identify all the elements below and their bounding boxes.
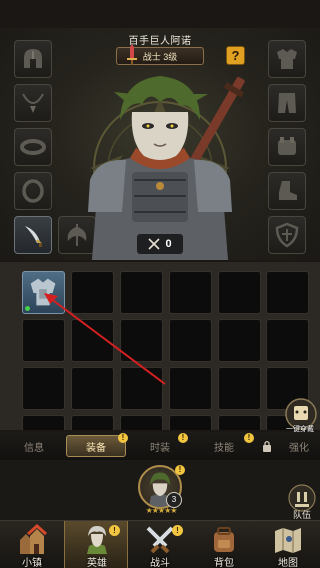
tab-enhance[interactable]: 强化 <box>262 435 320 457</box>
bracer-icon <box>20 139 46 155</box>
inventory-slot[interactable] <box>71 319 114 362</box>
helmet-slot[interactable] <box>14 40 52 78</box>
inventory-slot[interactable] <box>169 271 212 314</box>
town-icon <box>20 524 47 554</box>
nav-bag-label: 背包 <box>214 558 234 568</box>
inventory-slot-armor[interactable] <box>22 271 65 314</box>
shield-slot[interactable] <box>268 216 306 254</box>
inventory-slot[interactable] <box>22 319 65 362</box>
inventory-slot[interactable] <box>169 415 212 430</box>
boots-slot[interactable] <box>268 172 306 210</box>
combat-power-value: 0 <box>165 238 172 250</box>
nav-battle-badge: ! <box>172 525 183 536</box>
nav-map-label: 地图 <box>278 558 298 568</box>
nav-battle-label: 战斗 <box>150 558 170 568</box>
gloves-slot[interactable] <box>268 128 306 166</box>
inventory-slot[interactable] <box>266 271 309 314</box>
necklace-slot[interactable] <box>14 84 52 122</box>
pants-slot[interactable] <box>268 84 306 122</box>
nav-map[interactable]: 地图 <box>256 521 320 568</box>
nav-hero-badge: ! <box>109 525 120 536</box>
nav-bag[interactable]: 背包 <box>192 521 256 568</box>
bottom-navigation: 小镇 ! 英雄 ! 战斗 背包 地图 <box>0 520 320 568</box>
inventory-slot[interactable] <box>22 367 65 410</box>
inventory-slot[interactable] <box>266 319 309 362</box>
tab-info[interactable]: 信息 <box>4 435 64 457</box>
backpack-icon <box>214 527 234 552</box>
gauntlet-icon <box>278 137 296 155</box>
hero-tab-bar: 信息 装备 ! 时装 ! 技能 ! 强化 <box>0 432 320 460</box>
inventory-slot[interactable] <box>71 367 114 410</box>
dagger-icon <box>25 226 42 247</box>
hero-character-figure <box>88 76 245 260</box>
nav-battle[interactable]: ! 战斗 <box>128 521 192 568</box>
shield-icon <box>275 222 299 248</box>
inventory-slot[interactable] <box>120 367 163 410</box>
weapon-slot-dagger[interactable] <box>14 216 52 254</box>
helmet-icon <box>24 49 42 68</box>
inventory-slot[interactable] <box>120 271 163 314</box>
inventory-slot[interactable] <box>22 415 65 430</box>
top-bar <box>0 0 320 28</box>
new-item-dot <box>25 306 30 311</box>
inventory-slot[interactable] <box>169 319 212 362</box>
inventory-grid <box>0 262 320 430</box>
inventory-slot[interactable] <box>71 415 114 430</box>
hero-stars: ★★★★★ <box>145 506 178 515</box>
class-level-text: 战士 3级 <box>142 51 178 62</box>
nav-hero[interactable]: ! 英雄 <box>64 521 128 568</box>
inventory-slot[interactable] <box>71 271 114 314</box>
portrait-alert-badge: ! <box>175 465 185 475</box>
ring-slot[interactable] <box>14 172 52 210</box>
map-icon <box>275 528 301 553</box>
nav-town-label: 小镇 <box>22 558 42 568</box>
bracer-slot[interactable] <box>14 128 52 166</box>
skills-alert-badge: ! <box>244 433 254 443</box>
chest-slot[interactable] <box>268 40 306 78</box>
boot-icon <box>279 181 297 200</box>
inventory-slot[interactable] <box>218 319 261 362</box>
crossed-swords-icon <box>148 238 161 250</box>
inventory-slot[interactable] <box>120 319 163 362</box>
pants-icon <box>278 93 296 113</box>
inventory-slot[interactable] <box>120 415 163 430</box>
fashion-alert-badge: ! <box>178 433 188 443</box>
inventory-slot[interactable] <box>169 367 212 410</box>
inventory-slot[interactable] <box>218 415 261 430</box>
ring-icon <box>22 179 44 203</box>
necklace-icon <box>22 93 44 113</box>
combat-power-box: 0 <box>137 234 183 254</box>
nav-hero-label: 英雄 <box>87 558 107 568</box>
equipment-alert-badge: ! <box>118 433 128 443</box>
inventory-slot[interactable] <box>218 271 261 314</box>
tab-equipment[interactable]: 装备 <box>66 435 126 457</box>
inventory-slot[interactable] <box>218 367 261 410</box>
chest-armor-icon <box>277 49 297 69</box>
nav-town[interactable]: 小镇 <box>0 521 64 568</box>
